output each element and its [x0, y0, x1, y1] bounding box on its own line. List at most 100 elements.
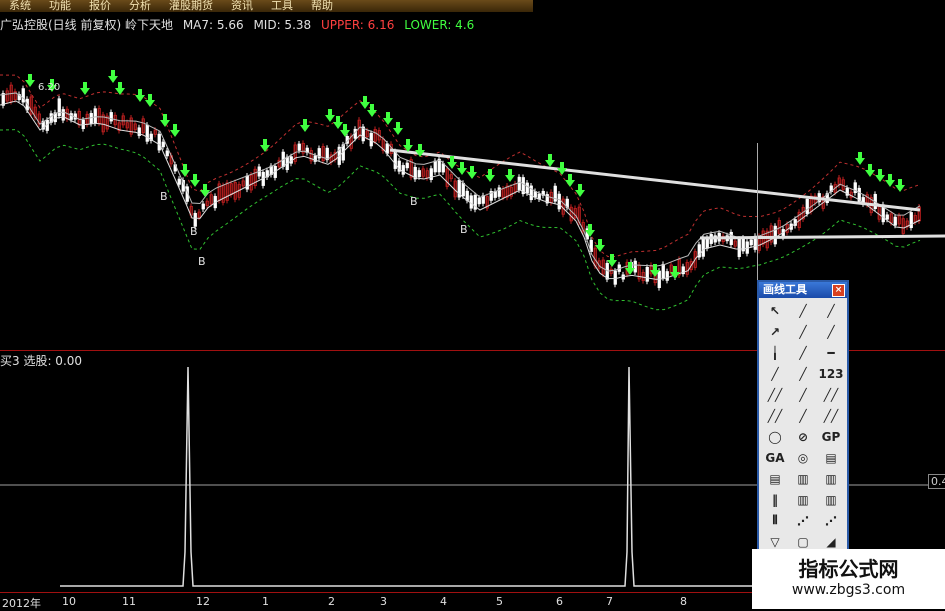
drawing-tool-button[interactable]: GA: [761, 447, 789, 468]
signal-arrow-icon: [386, 112, 390, 118]
candle-body: [297, 143, 301, 151]
signal-arrow-icon: [263, 139, 267, 145]
signal-arrow-icon: [145, 100, 155, 107]
drawing-tool-button[interactable]: ╱: [789, 342, 817, 363]
candle-body: [465, 190, 469, 201]
signal-arrow-icon: [180, 170, 190, 177]
drawing-tool-button[interactable]: ▤: [817, 447, 845, 468]
signal-arrow-icon: [328, 109, 332, 115]
signal-arrow-icon: [325, 115, 335, 122]
drawing-tool-button[interactable]: ╽: [761, 342, 789, 363]
candle-body: [749, 239, 753, 246]
drawing-tool-button[interactable]: ╱╱: [761, 384, 789, 405]
candle-body: [433, 160, 437, 173]
drawing-tool-button[interactable]: ╱: [761, 363, 789, 384]
candle-body: [461, 182, 465, 197]
candle-body: [517, 176, 521, 191]
drawing-tool-button[interactable]: ▥: [817, 468, 845, 489]
drawing-tool-button[interactable]: ╱: [789, 405, 817, 426]
drawing-tool-button[interactable]: ▥: [789, 489, 817, 510]
signal-arrow-icon: [895, 185, 905, 192]
signal-arrow-icon: [406, 139, 410, 145]
candle-body: [537, 193, 541, 200]
drawing-tool-button[interactable]: ⋰: [789, 510, 817, 531]
signal-arrow-icon: [885, 180, 895, 187]
candle-body: [705, 237, 709, 249]
close-icon[interactable]: ×: [832, 284, 845, 297]
signal-arrow-icon: [193, 174, 197, 180]
signal-arrow-icon: [865, 170, 875, 177]
drawing-tool-button[interactable]: ↗: [761, 321, 789, 342]
drawing-tool-button[interactable]: ▥: [789, 468, 817, 489]
xaxis-label: 2: [328, 595, 335, 608]
signal-arrow-icon: [673, 266, 677, 272]
xaxis-label: 12: [196, 595, 210, 608]
drawing-tool-button[interactable]: ━: [817, 342, 845, 363]
drawing-tool-button[interactable]: ‖: [761, 489, 789, 510]
signal-arrow-icon: [898, 179, 902, 185]
xaxis-label: 6: [556, 595, 563, 608]
candle-body: [325, 147, 329, 161]
candle-body: [161, 141, 165, 148]
signal-arrow-icon: [450, 156, 454, 162]
drawing-tool-button[interactable]: ⋰: [817, 510, 845, 531]
drawing-tools-title[interactable]: 画线工具 ×: [759, 282, 847, 298]
signal-arrow-icon: [560, 162, 564, 168]
price-label: 6.20: [38, 82, 61, 93]
watermark: 指标公式网 www.zbgs3.com: [752, 549, 945, 609]
candle-body: [645, 266, 649, 282]
drawing-tool-button[interactable]: ⦀: [761, 510, 789, 531]
drawing-tool-button[interactable]: ◯: [761, 426, 789, 447]
signal-arrow-icon: [470, 166, 474, 172]
candle-body: [61, 109, 65, 121]
candle-body: [109, 112, 113, 122]
signal-arrow-icon: [588, 224, 592, 230]
signal-arrow-icon: [160, 120, 170, 127]
candle-body: [417, 170, 421, 178]
candle-body: [773, 225, 777, 245]
signal-arrow-icon: [557, 168, 567, 175]
drawing-tool-button[interactable]: ╱╱: [761, 405, 789, 426]
signal-arrow-icon: [628, 262, 632, 268]
signal-arrow-icon: [575, 190, 585, 197]
candle-body: [469, 195, 473, 209]
drawing-tool-button[interactable]: ╱: [789, 363, 817, 384]
candle-body: [177, 178, 181, 185]
candle-body: [805, 198, 809, 214]
drawing-tool-button[interactable]: ↖: [761, 300, 789, 321]
drawing-tool-button[interactable]: ▥: [817, 489, 845, 510]
candle-body: [661, 263, 665, 279]
signal-arrow-icon: [460, 162, 464, 168]
drawing-tool-button[interactable]: ╱╱: [817, 405, 845, 426]
signal-arrow-icon: [578, 184, 582, 190]
signal-arrow-icon: [80, 88, 90, 95]
signal-arrow-icon: [28, 74, 32, 80]
drawing-tool-button[interactable]: GP: [817, 426, 845, 447]
drawing-tool-button[interactable]: ╱: [789, 321, 817, 342]
signal-arrow-icon: [148, 94, 152, 100]
signal-arrow-icon: [565, 180, 575, 187]
candle-body: [613, 270, 617, 285]
drawing-tool-button[interactable]: ╱: [789, 384, 817, 405]
drawing-tool-button[interactable]: ╱: [817, 321, 845, 342]
signal-line: [60, 366, 757, 587]
drawing-tool-button[interactable]: ╱╱: [817, 384, 845, 405]
drawing-tool-button[interactable]: ▤: [761, 468, 789, 489]
signal-arrow-icon: [173, 124, 177, 130]
drawing-tool-button[interactable]: ╱: [817, 300, 845, 321]
signal-arrow-icon: [303, 119, 307, 125]
drawing-tool-button[interactable]: 123: [817, 363, 845, 384]
xaxis-label: 5: [496, 595, 503, 608]
xaxis-label: 4: [440, 595, 447, 608]
drawing-tool-button[interactable]: ╱: [789, 300, 817, 321]
buy-marker: B: [190, 225, 198, 238]
candle-body: [885, 214, 889, 220]
signal-arrow-icon: [396, 122, 400, 128]
candle-body: [437, 158, 441, 173]
drawing-tool-button[interactable]: ⊘: [789, 426, 817, 447]
candle-body: [525, 182, 529, 194]
signal-arrow-icon: [868, 164, 872, 170]
candle-body: [441, 163, 445, 173]
drawing-tool-button[interactable]: ◎: [789, 447, 817, 468]
candle-body: [557, 193, 561, 210]
